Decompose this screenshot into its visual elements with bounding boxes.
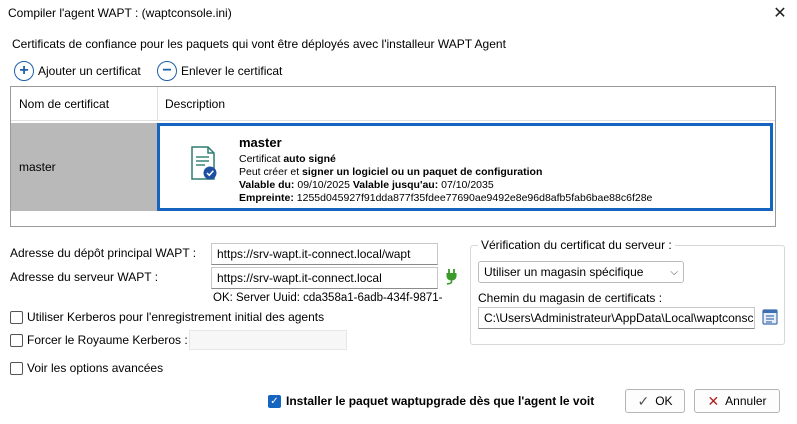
remove-certificate-button[interactable]: − Enlever le certificat	[157, 61, 282, 81]
certificate-row-description[interactable]: master Certificat auto signé Peut créer …	[157, 123, 773, 211]
repo-url-label: Adresse du dépôt principal WAPT :	[10, 246, 197, 260]
add-certificate-button[interactable]: + Ajouter un certificat	[14, 61, 141, 81]
server-url-label: Adresse du serveur WAPT :	[10, 270, 159, 284]
browse-file-icon[interactable]	[762, 308, 778, 326]
minus-circle-icon: −	[157, 61, 177, 81]
remove-certificate-label: Enlever le certificat	[181, 64, 283, 78]
certificate-row-name[interactable]: master	[11, 123, 157, 211]
ok-button[interactable]: ✓ OK	[625, 389, 685, 413]
certificate-grid[interactable]: Nom de certificat Description master mas…	[10, 86, 776, 227]
certificate-fingerprint: Empreinte: 1255d045927f91dda877f35fdee77…	[239, 192, 653, 204]
certificate-validity: Valable du: 09/10/2025 Valable jusqu'au:…	[239, 179, 494, 191]
verification-select-value: Utiliser un magasin spécifique	[484, 265, 644, 279]
window-title: Compiler l'agent WAPT : (waptconsole.ini…	[8, 6, 232, 20]
kerberos-label: Utiliser Kerberos pour l'enregistrement …	[27, 310, 325, 324]
advanced-option[interactable]: Voir les options avancées	[10, 361, 163, 375]
cancel-x-icon: ✕	[707, 392, 720, 409]
realm-checkbox[interactable]	[10, 333, 23, 347]
kerberos-option[interactable]: Utiliser Kerberos pour l'enregistrement …	[10, 310, 324, 324]
certificate-title: master	[239, 135, 282, 150]
cancel-button[interactable]: ✕ Annuler	[694, 389, 780, 413]
realm-option[interactable]: Forcer le Royaume Kerberos :	[10, 333, 188, 347]
kerberos-checkbox[interactable]	[10, 310, 23, 324]
section-label: Certificats de confiance pour les paquet…	[12, 37, 506, 51]
column-header-name[interactable]: Nom de certificat	[11, 87, 157, 121]
verification-select[interactable]: Utiliser un magasin spécifique ⌵	[478, 261, 684, 283]
realm-label: Forcer le Royaume Kerberos :	[27, 333, 188, 347]
column-header-description[interactable]: Description	[157, 87, 457, 121]
grid-header: Nom de certificat Description	[11, 87, 775, 121]
advanced-checkbox[interactable]	[10, 361, 23, 375]
close-button[interactable]: ✕	[766, 2, 794, 24]
verification-title: Vérification du certificat du serveur :	[478, 238, 675, 252]
title-bar: Compiler l'agent WAPT : (waptconsole.ini…	[0, 0, 797, 28]
certificate-icon	[191, 146, 217, 180]
store-path-label: Chemin du magasin de certificats :	[478, 291, 663, 305]
server-status-text: OK: Server Uuid: cda358a1-6adb-434f-9871…	[213, 292, 443, 304]
upgrade-label: Installer le paquet waptupgrade dès que …	[286, 394, 595, 408]
certificate-type: Certificat auto signé	[239, 153, 336, 165]
chevron-down-icon: ⌵	[670, 266, 678, 278]
realm-field[interactable]	[189, 330, 347, 350]
cancel-label: Annuler	[725, 394, 767, 408]
repo-url-field[interactable]: https://srv-wapt.it-connect.local/wapt	[211, 243, 438, 265]
store-path-field[interactable]: C:\Users\Administrateur\AppData\Local\wa…	[478, 307, 755, 329]
plug-icon[interactable]	[444, 267, 460, 285]
advanced-label: Voir les options avancées	[27, 361, 164, 375]
ok-label: OK	[655, 394, 673, 408]
checkmark-icon: ✓	[637, 392, 650, 409]
upgrade-checkbox[interactable]: ✓	[268, 394, 281, 408]
server-url-field[interactable]: https://srv-wapt.it-connect.local	[211, 267, 438, 289]
upgrade-option[interactable]: ✓ Installer le paquet waptupgrade dès qu…	[268, 394, 594, 408]
add-certificate-label: Ajouter un certificat	[38, 64, 141, 78]
plus-circle-icon: +	[14, 61, 34, 81]
close-icon: ✕	[773, 5, 787, 22]
certificate-capability: Peut créer et signer un logiciel ou un p…	[239, 166, 543, 178]
